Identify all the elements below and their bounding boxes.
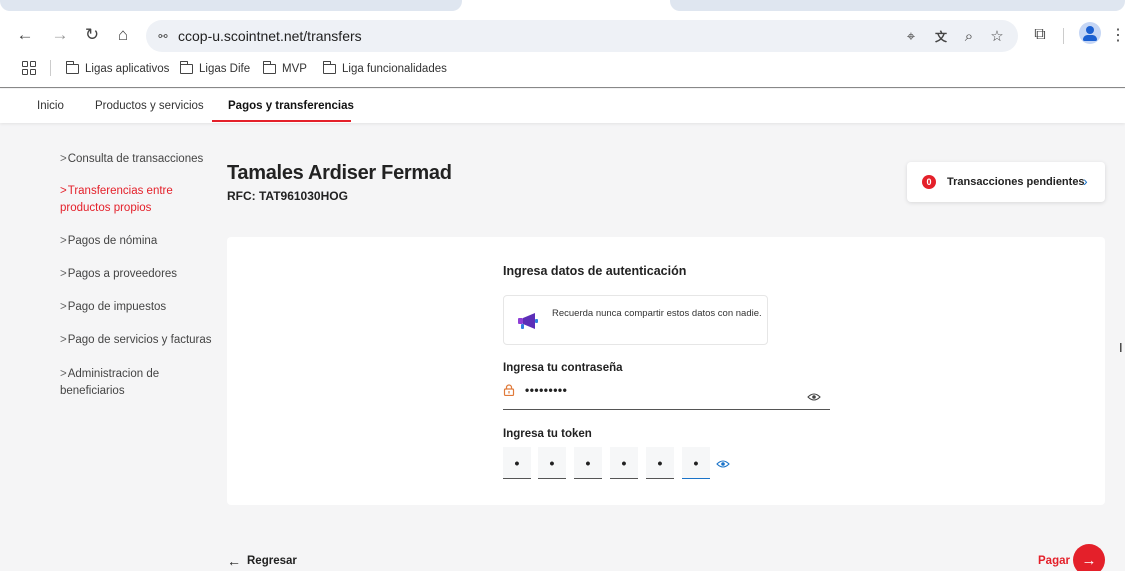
browser-chrome: ← → ↻ ⌂ ⚯ ccop-u.scointnet.net/transfers… [0, 0, 1125, 88]
text-cursor-icon: I [1119, 340, 1123, 355]
bookmark-folder[interactable]: Ligas aplicativos [65, 59, 170, 79]
password-label: Ingresa tu contraseña [503, 362, 623, 374]
password-value: ••••••••• [525, 383, 568, 397]
browser-tab[interactable] [670, 0, 1125, 11]
folder-icon [65, 61, 79, 74]
location-pin-icon[interactable]: ⌖ [900, 26, 922, 46]
token-digit-field[interactable]: • [574, 447, 602, 479]
sidebar-item-pagos-proveedores[interactable]: >Pagos a proveedores [60, 266, 210, 283]
zoom-icon[interactable]: ⌕ [958, 26, 980, 46]
bookmark-star-icon[interactable]: ☆ [986, 26, 1008, 46]
security-notice: Recuerda nunca compartir estos datos con… [503, 295, 768, 345]
back-arrow-icon[interactable]: ← [12, 22, 38, 48]
notice-text: Recuerda nunca compartir estos datos con… [552, 308, 762, 319]
reload-icon[interactable]: ↻ [79, 22, 105, 48]
sidebar-item-administracion-beneficiarios[interactable]: >Administracion de beneficiarios [60, 366, 180, 400]
sidebar-item-label: Pago de servicios y facturas [67, 334, 212, 346]
apps-grid-icon[interactable] [22, 61, 36, 75]
toolbar-divider [1063, 28, 1064, 44]
url-text[interactable]: ccop-u.scointnet.net/transfers [178, 28, 362, 44]
translate-icon[interactable]: 文 [930, 26, 952, 46]
tab-inicio[interactable]: Inicio [37, 100, 64, 112]
bookmark-label: Ligas aplicativos [85, 63, 170, 75]
bookmark-label: Ligas Dife [199, 63, 251, 75]
show-token-eye-icon[interactable] [716, 459, 730, 469]
sidebar-item-transferencias-propias[interactable]: >Transferencias entre productos propios [60, 183, 200, 217]
lock-icon [503, 384, 515, 396]
client-rfc: RFC: TAT961030HOG [227, 189, 348, 203]
main-nav: Inicio Productos y servicios Pagos y tra… [0, 89, 1125, 123]
chevron-right-icon: > [60, 153, 67, 165]
chevron-right-icon: > [60, 185, 67, 197]
site-info-icon[interactable]: ⚯ [151, 24, 175, 48]
more-menu-icon[interactable]: ⋮ [1105, 22, 1125, 48]
bookmark-label: MVP [282, 63, 307, 75]
back-label: Regresar [247, 555, 297, 567]
megaphone-icon [518, 313, 538, 329]
extensions-icon[interactable]: ⧉ [1027, 22, 1053, 48]
sidebar-item-pagos-nomina[interactable]: >Pagos de nómina [60, 233, 210, 250]
pending-count-badge: 0 [922, 175, 936, 189]
profile-avatar[interactable] [1079, 22, 1101, 44]
chevron-right-icon: > [60, 268, 67, 280]
token-digit-field[interactable]: • [538, 447, 566, 479]
chevron-right-icon: > [60, 334, 67, 346]
sidebar-item-label: Administracion de beneficiarios [60, 368, 160, 397]
back-button[interactable]: ← Regresar [227, 553, 297, 569]
chevron-right-icon: › [1083, 173, 1088, 189]
sidebar-item-label: Consulta de transacciones [67, 153, 204, 165]
auth-title: Ingresa datos de autenticación [503, 264, 687, 278]
bookmarks-divider [50, 60, 51, 76]
pay-button[interactable]: → [1073, 544, 1105, 571]
sidebar-item-pago-impuestos[interactable]: >Pago de impuestos [60, 299, 210, 316]
chevron-right-icon: > [60, 301, 67, 313]
tab-productos-y-servicios[interactable]: Productos y servicios [95, 100, 204, 112]
chevron-right-icon: > [60, 235, 67, 247]
folder-icon [322, 61, 336, 74]
address-bar[interactable]: ⚯ ccop-u.scointnet.net/transfers ⌖ 文 ⌕ ☆ [146, 20, 1018, 52]
bookmarks-bar: Ligas aplicativos Ligas Dife MVP Liga fu… [0, 58, 1125, 80]
bookmark-folder[interactable]: MVP [262, 59, 307, 79]
pay-label[interactable]: Pagar [1038, 555, 1070, 567]
forward-arrow-icon[interactable]: → [47, 22, 73, 48]
sidebar-item-label: Pagos de nómina [67, 235, 158, 247]
folder-icon [179, 61, 193, 74]
tab-strip [0, 0, 1125, 12]
token-label: Ingresa tu token [503, 428, 592, 440]
pending-label: Transacciones pendientes [947, 176, 1085, 188]
chevron-right-icon: > [60, 368, 67, 380]
arrow-right-icon: → [1081, 551, 1097, 569]
sidebar-item-label: Transferencias entre productos propios [60, 185, 173, 214]
home-icon[interactable]: ⌂ [110, 22, 136, 48]
browser-tab[interactable] [0, 0, 462, 11]
folder-icon [262, 61, 276, 74]
sidebar-item-pago-servicios[interactable]: >Pago de servicios y facturas [60, 332, 220, 349]
bookmark-folder[interactable]: Liga funcionalidades [322, 59, 447, 79]
arrow-left-icon: ← [227, 553, 241, 569]
token-digit-field[interactable]: • [646, 447, 674, 479]
tab-pagos-y-transferencias[interactable]: Pagos y transferencias [228, 100, 354, 112]
sidebar-item-consulta-transacciones[interactable]: >Consulta de transacciones [60, 151, 210, 168]
bookmark-folder[interactable]: Ligas Dife [179, 59, 251, 79]
pending-transactions-button[interactable]: 0 Transacciones pendientes › [907, 162, 1105, 202]
browser-toolbar: ← → ↻ ⌂ ⚯ ccop-u.scointnet.net/transfers… [0, 18, 1125, 54]
show-password-eye-icon[interactable] [807, 392, 821, 402]
sidebar-item-label: Pago de impuestos [67, 301, 167, 313]
token-digit-field[interactable]: • [610, 447, 638, 479]
active-tab-indicator [212, 120, 351, 122]
bookmark-label: Liga funcionalidades [342, 63, 447, 75]
password-field[interactable]: ••••••••• [503, 380, 830, 410]
token-digit-field[interactable]: • [682, 447, 710, 479]
sidebar-item-label: Pagos a proveedores [67, 268, 178, 280]
client-name: Tamales Ardiser Fermad [227, 162, 452, 184]
token-digit-field[interactable]: • [503, 447, 531, 479]
